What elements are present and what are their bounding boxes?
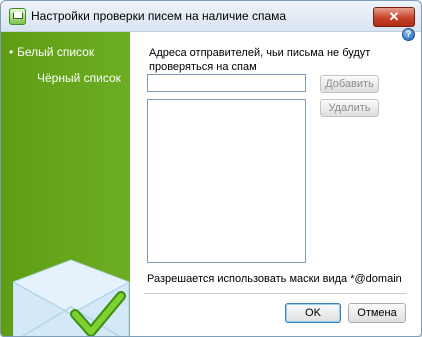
add-button[interactable]: Добавить (320, 75, 379, 93)
address-input[interactable] (147, 74, 306, 92)
sidebar: • Белый список Чёрный список (1, 32, 130, 336)
delete-button[interactable]: Удалить (320, 99, 379, 117)
title-bar[interactable]: Настройки проверки писем на наличие спам… (1, 1, 421, 32)
envelope-checkmark-icon (13, 259, 130, 336)
footer-divider (144, 293, 407, 294)
window-title: Настройки проверки писем на наличие спам… (31, 9, 287, 23)
description-text: Адреса отправителей, чьи письма не будут… (149, 47, 371, 73)
address-list[interactable] (147, 99, 306, 263)
selected-bullet-icon: • (9, 45, 14, 59)
mask-hint-text: Разрешается использовать маски вида *@do… (147, 273, 402, 285)
cancel-button[interactable]: Отмена (348, 303, 406, 323)
sidebar-item-label: Чёрный список (37, 71, 121, 85)
ok-button[interactable]: OK (285, 303, 341, 323)
sidebar-item-whitelist[interactable]: • Белый список (9, 45, 94, 59)
sidebar-item-blacklist[interactable]: Чёрный список (37, 71, 121, 85)
close-button[interactable]: ✕ (373, 7, 415, 27)
dialog-window: Настройки проверки писем на наличие спам… (0, 0, 422, 337)
help-icon[interactable]: ? (402, 28, 415, 41)
sidebar-item-label: Белый список (17, 45, 95, 59)
app-icon (9, 8, 26, 25)
